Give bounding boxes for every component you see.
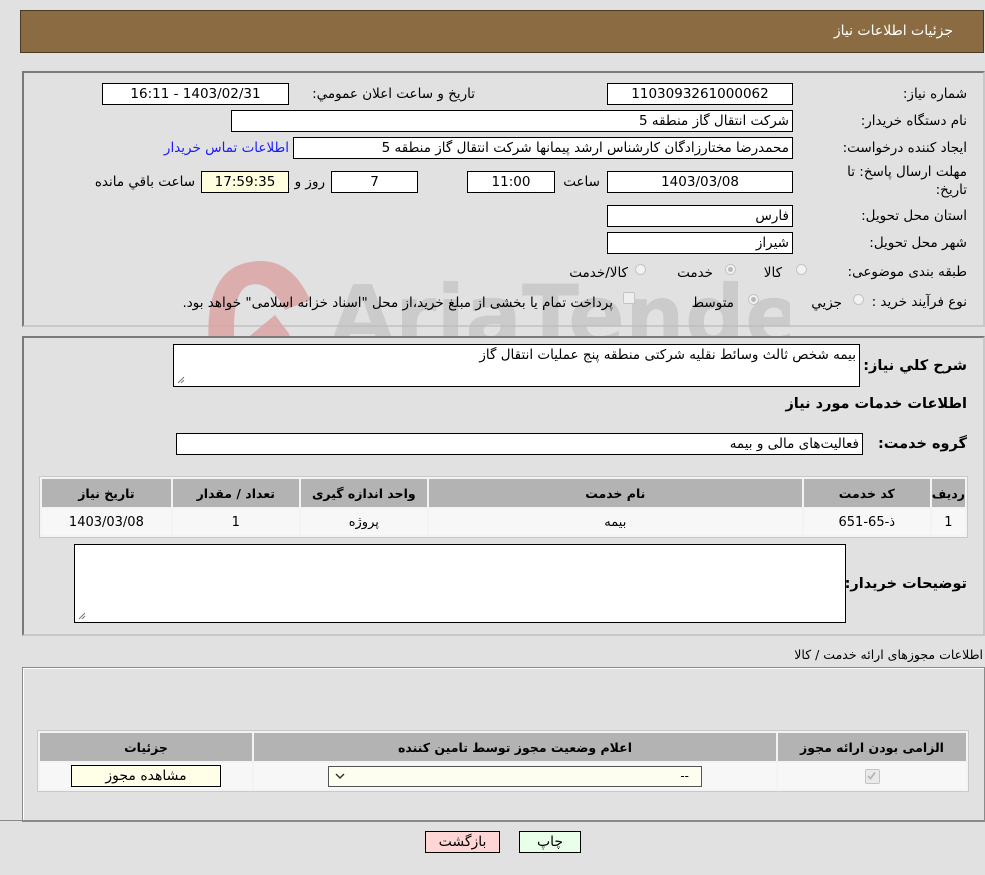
announce-datetime-label: تاریخ و ساعت اعلان عمومي: xyxy=(312,86,475,102)
category-option-goods-service: کالا/خدمت xyxy=(569,265,628,281)
col-need-date: تاریخ نیاز xyxy=(42,479,171,507)
need-number-label: شماره نیاز: xyxy=(902,86,967,102)
deadline-time-field: 11:00 xyxy=(467,171,555,193)
category-option-service: خدمت xyxy=(677,265,713,281)
col-row: ردیف xyxy=(931,479,965,507)
page-header: جزئیات اطلاعات نیاز xyxy=(20,10,984,53)
cell-service-code: ذ-65-651 xyxy=(803,509,930,535)
bottom-divider xyxy=(0,820,985,821)
services-table: ردیف کد خدمت نام خدمت واحد اندازه گیری ت… xyxy=(39,476,968,538)
services-section-title: اطلاعات خدمات مورد نیاز xyxy=(785,396,967,412)
city-label: شهر محل تحویل: xyxy=(869,235,967,251)
deadline-label-line1: مهلت ارسال پاسخ: تا xyxy=(847,164,967,180)
deadline-time-label: ساعت xyxy=(563,174,600,190)
services-table-header: ردیف کد خدمت نام خدمت واحد اندازه گیری ت… xyxy=(42,479,965,507)
table-row: -- مشاهده مجوز xyxy=(40,763,966,789)
cell-row: 1 xyxy=(931,509,965,535)
col-permit-required: الزامی بودن ارائه مجوز xyxy=(778,733,966,761)
buyer-contact-link[interactable]: اطلاعات تماس خریدار xyxy=(164,140,289,156)
permit-status-selected: -- xyxy=(680,768,689,783)
buyer-notes-label: توضیحات خریدار: xyxy=(844,576,967,592)
description-label: شرح کلي نیاز: xyxy=(863,358,967,374)
requester-label: ایجاد کننده درخواست: xyxy=(842,140,967,156)
deadline-label-line2: تاریخ: xyxy=(935,182,967,198)
chevron-down-icon xyxy=(335,772,345,779)
process-option-minor: جزيي xyxy=(811,295,842,311)
permit-status-select[interactable]: -- xyxy=(328,765,702,787)
cell-permit-status: -- xyxy=(254,763,776,789)
category-radio-goods[interactable] xyxy=(796,264,807,275)
col-permit-details: جزئیات xyxy=(40,733,252,761)
cell-unit: پروژه xyxy=(300,509,427,535)
province-field: فارس xyxy=(607,205,793,227)
page-title: جزئیات اطلاعات نیاز xyxy=(833,23,953,39)
permits-table: الزامی بودن ارائه مجوز اعلام وضعیت مجوز … xyxy=(37,730,969,792)
announce-datetime-field: 1403/02/31 - 16:11 xyxy=(102,83,289,105)
category-option-goods: کالا xyxy=(763,265,782,281)
cell-permit-required xyxy=(778,763,966,789)
buyer-org-field: شرکت انتقال گاز منطقه 5 xyxy=(231,110,793,132)
checkmark-icon xyxy=(866,771,876,780)
print-button[interactable]: چاپ xyxy=(519,831,581,853)
purchase-process-label: نوع فرآیند خرید : xyxy=(871,294,967,310)
back-button[interactable]: بازگشت xyxy=(425,831,500,853)
description-textarea[interactable]: بیمه شخص ثالث وسائط نقلیه شرکتی منطقه پن… xyxy=(173,344,860,387)
col-permit-status: اعلام وضعیت مجوز توسط تامین کننده xyxy=(254,733,776,761)
treasury-checkbox[interactable] xyxy=(623,292,635,304)
days-label: روز و xyxy=(294,174,325,190)
requester-field: محمدرضا مختارزادگان کارشناس ارشد پیمانها… xyxy=(293,137,793,159)
cell-permit-details: مشاهده مجوز xyxy=(40,763,252,789)
need-number-field: 1103093261000062 xyxy=(607,83,793,105)
cell-quantity: 1 xyxy=(172,509,299,535)
category-label: طبقه بندی موضوعی: xyxy=(847,264,967,280)
cell-service-name: بیمه xyxy=(428,509,802,535)
table-row: 1 ذ-65-651 بیمه پروژه 1 1403/03/08 xyxy=(42,509,965,535)
resize-handle-icon[interactable] xyxy=(78,612,86,620)
province-label: استان محل تحویل: xyxy=(861,208,967,224)
category-radio-goods-service[interactable] xyxy=(635,264,646,275)
cell-need-date: 1403/03/08 xyxy=(42,509,171,535)
col-service-code: کد خدمت xyxy=(803,479,930,507)
remaining-days-field: 7 xyxy=(331,171,418,193)
view-permit-button[interactable]: مشاهده مجوز xyxy=(71,765,221,787)
permit-required-checkbox[interactable] xyxy=(864,768,880,784)
remaining-time-field: 17:59:35 xyxy=(201,171,289,193)
service-group-label: گروه خدمت: xyxy=(877,436,967,452)
col-service-name: نام خدمت xyxy=(428,479,802,507)
remaining-time-label: ساعت باقي مانده xyxy=(94,174,195,190)
service-group-field: فعالیت‌های مالی و بیمه xyxy=(176,433,863,455)
col-unit: واحد اندازه گیری xyxy=(300,479,427,507)
permits-section-title: اطلاعات مجوزهای ارائه خدمت / کالا xyxy=(794,647,983,662)
permits-table-header: الزامی بودن ارائه مجوز اعلام وضعیت مجوز … xyxy=(40,733,966,761)
deadline-date-field: 1403/03/08 xyxy=(607,171,793,193)
buyer-org-label: نام دستگاه خریدار: xyxy=(860,113,967,129)
city-field: شیراز xyxy=(607,232,793,254)
process-option-medium: متوسط xyxy=(691,295,734,311)
process-radio-minor[interactable] xyxy=(853,294,864,305)
resize-handle-icon[interactable] xyxy=(177,376,185,384)
buyer-notes-textarea[interactable] xyxy=(74,544,846,623)
description-text: بیمه شخص ثالث وسائط نقلیه شرکتی منطقه پن… xyxy=(479,347,856,363)
col-quantity: تعداد / مقدار xyxy=(172,479,299,507)
process-radio-medium[interactable] xyxy=(748,294,759,305)
category-radio-service[interactable] xyxy=(725,264,736,275)
treasury-checkbox-label: پرداخت تمام یا بخشی از مبلغ خرید،از محل … xyxy=(182,295,613,311)
